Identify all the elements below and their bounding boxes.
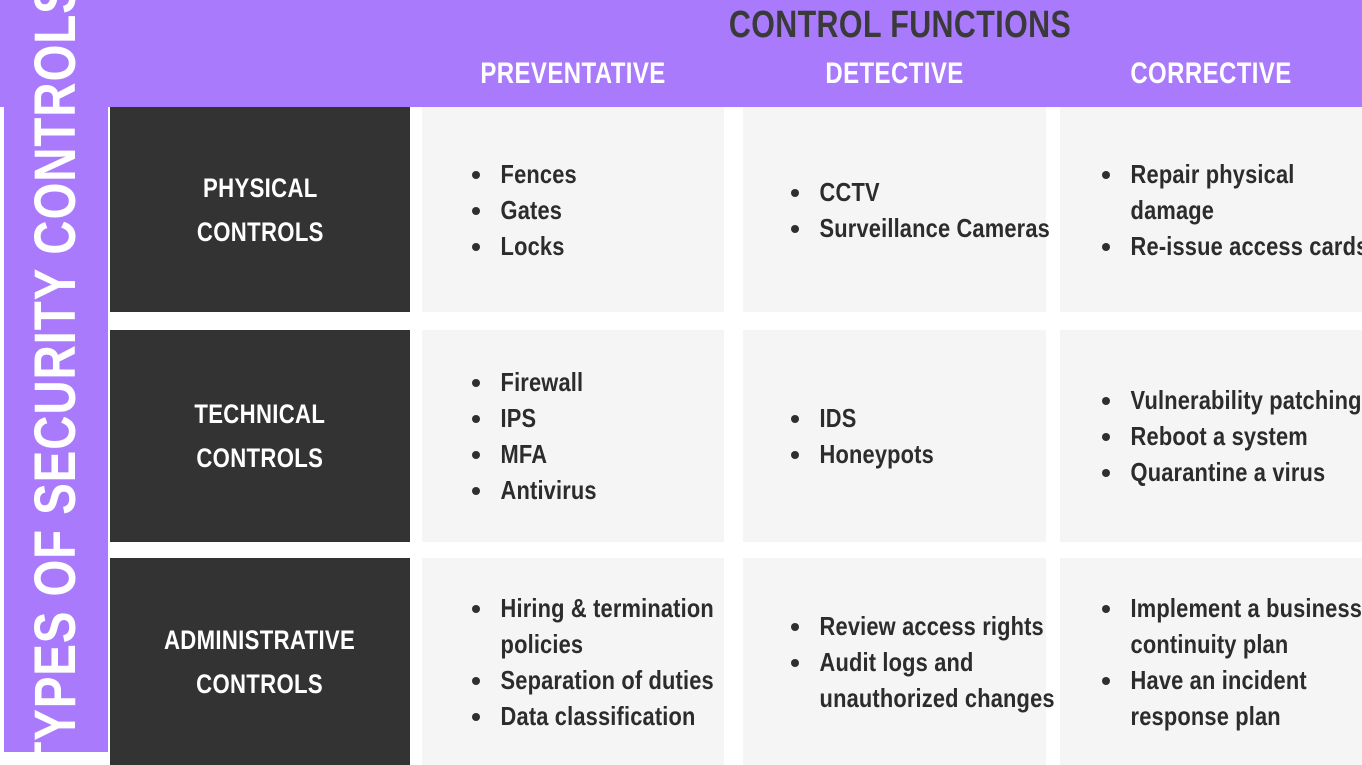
list-item: IPS xyxy=(472,400,710,436)
cell-technical-preventative: Firewall IPS MFA Antivirus xyxy=(422,330,724,542)
list-item: Re-issue access cards xyxy=(1102,228,1362,264)
list-item-label: Have an incident response plan xyxy=(1130,664,1307,731)
list-item-label: Review access rights xyxy=(819,610,1044,641)
bullet-list: Repair physical damage Re-issue access ca… xyxy=(1060,156,1362,264)
list-item-label: Repair physical damage xyxy=(1130,158,1295,225)
list-item: Review access rights xyxy=(791,608,1044,644)
list-item-label: Locks xyxy=(500,230,565,261)
list-item-label: Audit logs and unauthorized changes xyxy=(819,646,1055,713)
list-item: Surveillance Cameras xyxy=(791,210,1050,246)
list-item: Honeypots xyxy=(791,436,1032,472)
list-item: Audit logs and unauthorized changes xyxy=(791,644,1055,716)
list-item-label: Hiring & termination policies xyxy=(500,592,714,659)
bullet-list: Fences Gates Locks xyxy=(422,156,724,264)
cell-physical-corrective: Repair physical damage Re-issue access ca… xyxy=(1060,107,1362,312)
list-item: Repair physical damage xyxy=(1102,156,1352,228)
list-item-label: IPS xyxy=(500,403,537,433)
column-header-preventative: PREVENTATIVE xyxy=(480,57,666,90)
row-label-physical: PHYSICAL CONTROLS xyxy=(110,107,410,312)
row-label-text: TECHNICAL CONTROLS xyxy=(194,399,326,473)
row-label-text: PHYSICAL CONTROLS xyxy=(196,172,324,247)
bullet-list: IDS Honeypots xyxy=(743,400,1046,472)
list-item: Locks xyxy=(472,228,710,264)
row-label-text: ADMINISTRATIVE CONTROLS xyxy=(164,624,356,699)
list-item: Have an incident response plan xyxy=(1102,662,1352,734)
list-item: Implement a business continuity plan xyxy=(1102,590,1362,662)
cell-administrative-preventative: Hiring & termination policies Separation … xyxy=(422,558,724,765)
list-item-label: Surveillance Cameras xyxy=(819,212,1050,243)
list-item-label: IDS xyxy=(819,403,857,433)
header-band: CONTROL FUNCTIONS PREVENTATIVE DETECTIVE… xyxy=(0,0,1362,107)
list-item-label: Reboot a system xyxy=(1130,421,1308,451)
list-item-label: Data classification xyxy=(500,700,696,731)
row-label-administrative: ADMINISTRATIVE CONTROLS xyxy=(110,558,410,765)
list-item: MFA xyxy=(472,436,710,472)
list-item-label: Fences xyxy=(500,158,577,189)
list-item: Quarantine a virus xyxy=(1102,454,1352,490)
infographic-canvas: CONTROL FUNCTIONS PREVENTATIVE DETECTIVE… xyxy=(0,0,1362,765)
list-item-label: MFA xyxy=(500,439,548,469)
column-header-corrective: CORRECTIVE xyxy=(1130,57,1292,90)
list-item: Separation of duties xyxy=(472,662,714,698)
list-item-label: Honeypots xyxy=(819,439,934,469)
list-item: Reboot a system xyxy=(1102,418,1352,454)
list-item-label: CCTV xyxy=(819,176,880,207)
bullet-list: CCTV Surveillance Cameras xyxy=(743,174,1050,246)
row-label-technical: TECHNICAL CONTROLS xyxy=(110,330,410,542)
list-item: Gates xyxy=(472,192,710,228)
cell-technical-corrective: Vulnerability patching Reboot a system Qua… xyxy=(1060,330,1362,542)
list-item-label: Re-issue access cards xyxy=(1130,230,1362,261)
list-item: Hiring & termination policies xyxy=(472,590,714,662)
list-item: Antivirus xyxy=(472,472,710,508)
cell-administrative-corrective: Implement a business continuity plan Have… xyxy=(1060,558,1362,765)
cell-physical-detective: CCTV Surveillance Cameras xyxy=(743,107,1050,312)
bullet-list: Firewall IPS MFA Antivirus xyxy=(422,364,724,508)
list-item-label: Quarantine a virus xyxy=(1130,457,1326,487)
bullet-list: Review access rights Audit logs and unaut… xyxy=(743,608,1055,716)
cell-technical-detective: IDS Honeypots xyxy=(743,330,1046,542)
page-title: CONTROL FUNCTIONS xyxy=(728,4,1072,46)
cell-administrative-detective: Review access rights Audit logs and unaut… xyxy=(743,558,1055,765)
side-rail-label: TYPES OF SECURITY CONTROLS xyxy=(23,0,88,752)
list-item-label: Antivirus xyxy=(500,475,597,505)
list-item-label: Vulnerability patching xyxy=(1130,385,1362,415)
list-item-label: Gates xyxy=(500,194,563,225)
list-item-label: Separation of duties xyxy=(500,664,714,695)
bullet-list: Vulnerability patching Reboot a system Qua… xyxy=(1060,382,1362,490)
list-item: IDS xyxy=(791,400,1032,436)
list-item: Fences xyxy=(472,156,710,192)
bullet-list: Hiring & termination policies Separation … xyxy=(422,590,724,734)
side-rail: TYPES OF SECURITY CONTROLS xyxy=(4,0,108,752)
cell-physical-preventative: Fences Gates Locks xyxy=(422,107,724,312)
list-item: CCTV xyxy=(791,174,1032,210)
list-item-label: Firewall xyxy=(500,367,584,397)
list-item: Firewall xyxy=(472,364,710,400)
column-header-detective: DETECTIVE xyxy=(825,57,964,90)
list-item: Data classification xyxy=(472,698,710,734)
list-item: Vulnerability patching xyxy=(1102,382,1361,418)
list-item-label: Implement a business continuity plan xyxy=(1130,592,1362,659)
bullet-list: Implement a business continuity plan Have… xyxy=(1060,590,1362,734)
